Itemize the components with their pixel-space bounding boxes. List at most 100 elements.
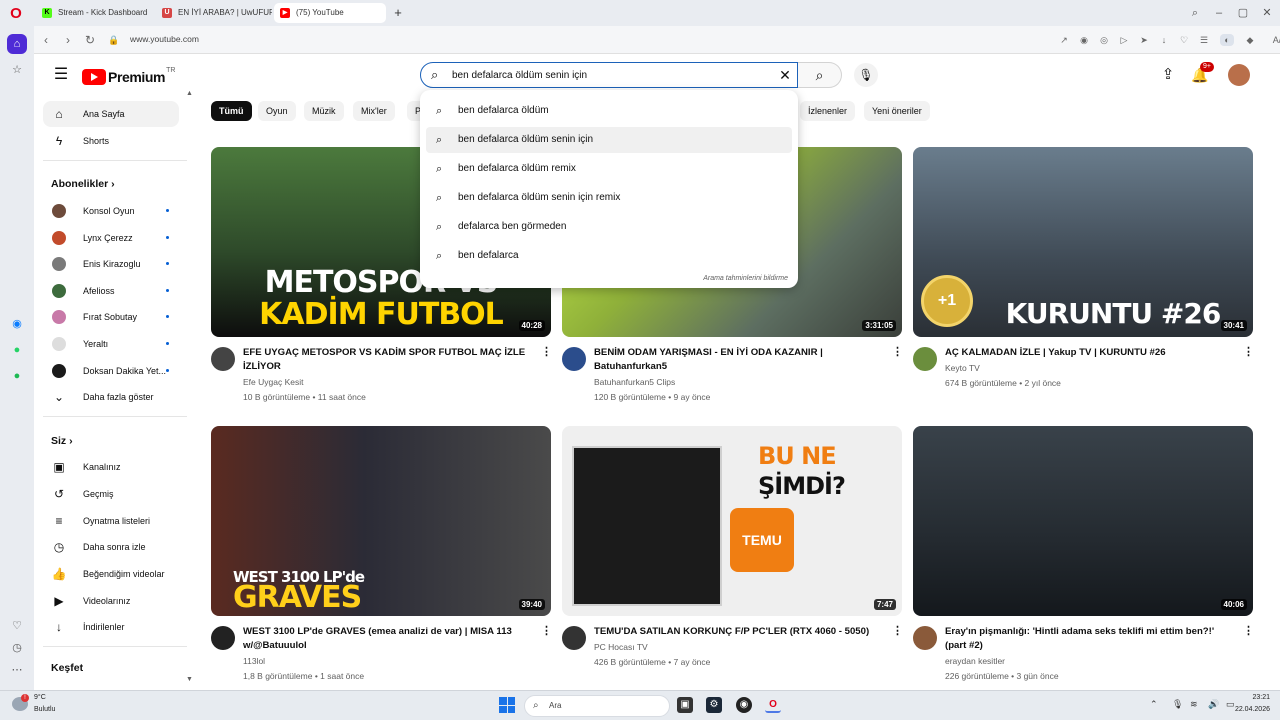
more-options-icon[interactable]: ⋮ (1243, 626, 1254, 637)
sidebar-sub-item[interactable]: Lynx Çerezz (43, 225, 179, 251)
more-options-icon[interactable]: ⋮ (541, 347, 552, 358)
create-upload-icon[interactable]: ⇪ (1158, 66, 1178, 84)
you-heading[interactable]: Siz › (51, 435, 73, 447)
search-tabs-icon[interactable]: ⌕ (1187, 5, 1203, 21)
video-thumbnail[interactable]: 40:06 (913, 426, 1253, 616)
mic-icon[interactable]: 🎙 (854, 63, 878, 87)
sidebar-sub-item[interactable]: Afelioss (43, 278, 179, 304)
video-thumbnail[interactable]: WEST 3100 LP'de GRAVES 39:40 (211, 426, 551, 616)
share-icon[interactable]: ↗ (1058, 34, 1070, 46)
send-icon[interactable]: ➤ (1138, 34, 1150, 46)
forward-icon[interactable]: › (60, 32, 76, 48)
video-title[interactable]: Eray'ın pişmanlığı: 'Hintli adama seks t… (945, 625, 1235, 653)
chip-music[interactable]: Müzik (304, 101, 344, 121)
opera-logo-icon[interactable]: O (7, 5, 25, 23)
suggestion-item[interactable]: ⌕ ben defalarca öldüm senin için remix (426, 185, 792, 211)
nav-home[interactable]: ⌂ Ana Sayfa (43, 101, 179, 127)
taskbar-search[interactable]: ⌕ Ara (524, 695, 670, 717)
sidebar-sub-item[interactable]: Konsol Oyun (43, 198, 179, 224)
url-field[interactable]: www.youtube.com (130, 34, 199, 44)
menu-icon[interactable]: ☰ (52, 66, 70, 84)
close-window-button[interactable]: ✕ (1259, 5, 1275, 21)
video-card[interactable]: +1 KURUNTU #26 30:41 AÇ KALMADAN İZLE | … (913, 147, 1254, 417)
suggestion-item[interactable]: ⌕ ben defalarca öldüm senin için (426, 127, 792, 153)
play-icon[interactable]: ▷ (1118, 34, 1130, 46)
nav-history[interactable]: ↺ Geçmiş (43, 481, 179, 507)
search-input[interactable]: ben defalarca öldüm senin için (452, 70, 587, 81)
channel-name[interactable]: PC Hocası TV (594, 642, 648, 652)
subscriptions-heading[interactable]: Abonelikler › (51, 178, 115, 190)
scroll-down-arrow-icon[interactable]: ▼ (186, 676, 193, 683)
star-icon[interactable]: ☆ (7, 60, 27, 80)
sidebar-sub-item[interactable]: Doksan Dakika Yet... (43, 358, 179, 384)
heart-icon[interactable]: ♡ (1178, 34, 1190, 46)
heart-sidebar-icon[interactable]: ♡ (7, 616, 27, 636)
tab-youtube[interactable]: ▶ (75) YouTube (274, 3, 386, 23)
video-title[interactable]: TEMU'DA SATILAN KORKUNÇ F/P PC'LER (RTX … (594, 625, 884, 639)
channel-name[interactable]: Batuhanfurkan5 Clips (594, 377, 675, 387)
more-options-icon[interactable]: ⋮ (892, 347, 903, 358)
home-space-icon[interactable]: ⌂ (7, 34, 27, 54)
nav-your-videos[interactable]: ▶ Videolarınız (43, 588, 179, 614)
task-view-icon[interactable]: ▣ (677, 697, 693, 713)
chip-game[interactable]: Oyun (258, 101, 296, 121)
sidebar-sub-item[interactable]: Yeraltı (43, 331, 179, 357)
channel-avatar[interactable] (562, 347, 586, 371)
video-thumbnail[interactable]: +1 KURUNTU #26 30:41 (913, 147, 1253, 337)
clock-date[interactable]: 22.04.2026 (1235, 706, 1270, 713)
report-predictions-link[interactable]: Arama tahminlerini bildirme (703, 275, 788, 282)
clear-search-icon[interactable]: ✕ (777, 67, 793, 83)
chip-new-recommendations[interactable]: Yeni öneriler (864, 101, 930, 121)
channel-name[interactable]: Keyto TV (945, 363, 980, 373)
video-thumbnail[interactable]: BU NE ŞİMDİ? TEMU 7:47 (562, 426, 902, 616)
video-card[interactable]: WEST 3100 LP'de GRAVES 39:40 WEST 3100 L… (211, 426, 552, 690)
suggestion-item[interactable]: ⌕ ben defalarca öldüm remix (426, 156, 792, 182)
obs-icon[interactable]: ◉ (736, 697, 752, 713)
more-options-icon[interactable]: ⋮ (892, 626, 903, 637)
channel-avatar[interactable] (211, 626, 235, 650)
video-card[interactable]: BU NE ŞİMDİ? TEMU 7:47 TEMU'DA SATILAN K… (562, 426, 903, 690)
clock-time[interactable]: 23:21 (1252, 694, 1270, 701)
more-options-icon[interactable]: ⋮ (1243, 347, 1254, 358)
back-icon[interactable]: ‹ (38, 32, 54, 48)
youtube-premium-logo[interactable]: Premium TR (82, 67, 175, 87)
maximize-button[interactable]: ▢ (1235, 5, 1251, 21)
nav-downloads[interactable]: ↓ İndirilenler (43, 614, 179, 640)
chip-watched[interactable]: İzlenenler (800, 101, 856, 121)
tab-kick[interactable]: K Stream - Kick Dashboard (36, 3, 154, 23)
sidebar-sub-item[interactable]: Enis Kirazoglu (43, 251, 179, 277)
video-title[interactable]: EFE UYGAÇ METOSPOR VS KADİM SPOR FUTBOL … (243, 346, 533, 374)
reload-icon[interactable]: ↻ (82, 32, 98, 48)
sidebar-sub-item[interactable]: Fırat Sobutay (43, 304, 179, 330)
channel-avatar[interactable] (562, 626, 586, 650)
video-title[interactable]: WEST 3100 LP'de GRAVES (emea analizi de … (243, 625, 533, 653)
extensions-icon[interactable]: ☰ (1198, 34, 1210, 46)
video-card[interactable]: 40:06 Eray'ın pişmanlığı: 'Hintli adama … (913, 426, 1254, 690)
wifi-icon[interactable]: ≋ (1190, 699, 1198, 710)
more-options-icon[interactable]: ⋮ (541, 626, 552, 637)
video-title[interactable]: AÇ KALMADAN İZLE | Yakup TV | KURUNTU #2… (945, 346, 1235, 360)
easy-setup-icon[interactable]: ◆ (1244, 34, 1256, 46)
channel-name[interactable]: 113lol (243, 656, 265, 666)
nav-playlists[interactable]: ≡ Oynatma listeleri (43, 508, 179, 534)
nav-liked-videos[interactable]: 👍 Beğendiğim videolar (43, 561, 179, 587)
search-box[interactable]: ⌕ ben defalarca öldüm senin için ✕ (420, 62, 798, 88)
nav-your-channel[interactable]: ▣ Kanalınız (43, 454, 179, 480)
weather-temperature[interactable]: 9°C (34, 694, 46, 701)
channel-name[interactable]: Efe Uygaç Kesit (243, 377, 303, 387)
chip-mixes[interactable]: Mix'ler (353, 101, 395, 121)
profile-icon[interactable]: ◐ (1220, 34, 1234, 46)
steam-icon[interactable]: ⚙ (706, 697, 722, 713)
channel-avatar[interactable] (211, 347, 235, 371)
search-button[interactable]: ⌕ (798, 62, 842, 88)
download-icon[interactable]: ↓ (1158, 34, 1170, 46)
account-avatar[interactable] (1228, 64, 1250, 86)
start-button[interactable] (499, 697, 515, 713)
channel-avatar[interactable] (913, 626, 937, 650)
whatsapp-icon[interactable]: ● (7, 340, 27, 360)
minimize-button[interactable]: – (1211, 5, 1227, 21)
vpn-icon[interactable]: ◎ (1098, 34, 1110, 46)
suggestion-item[interactable]: ⌕ ben defalarca (426, 243, 792, 269)
aria-ai-icon[interactable]: A/ (1264, 34, 1280, 46)
mic-tray-icon[interactable]: 🎙 (1172, 699, 1183, 710)
